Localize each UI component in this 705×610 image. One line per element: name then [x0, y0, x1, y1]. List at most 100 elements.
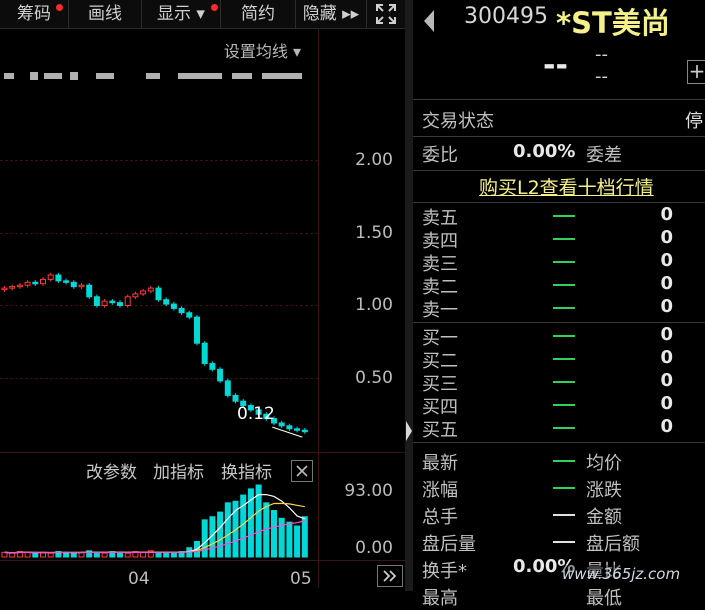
price-axis-label: 1.00 — [355, 295, 393, 315]
candle-body — [301, 429, 308, 433]
latest-value — [553, 460, 575, 462]
candle-body — [9, 286, 16, 289]
candle-body — [86, 284, 93, 298]
sell-level-price — [553, 307, 575, 309]
draw-line-button[interactable]: 画线 — [69, 0, 142, 28]
simple-mode-button[interactable]: 简约 — [221, 0, 296, 28]
plus-icon: + — [688, 59, 705, 83]
candle-body — [109, 300, 116, 304]
candlestick-plot[interactable] — [0, 28, 318, 448]
section-divider — [413, 136, 705, 137]
volume-bar — [217, 511, 224, 558]
volume-axis-label: 0.00 — [355, 538, 393, 558]
candle-body — [278, 422, 285, 427]
price-axis-label: 0.50 — [355, 368, 393, 388]
volume-bar — [271, 510, 277, 558]
double-chevron-right-icon — [383, 570, 397, 582]
next-page-button[interactable] — [377, 565, 403, 587]
volume-bar — [47, 552, 54, 558]
x-axis-label: 05 — [290, 569, 312, 589]
sell-level-price — [553, 261, 575, 263]
kline-chart-panel: 设置均线 ▾ 2.00 1.50 1.00 0.50 0.12 改参数 加指标 … — [0, 28, 405, 591]
edit-params-button[interactable]: 改参数 — [86, 458, 137, 483]
candle-body — [124, 296, 131, 306]
candle-body — [55, 274, 62, 282]
axis-separator — [318, 28, 319, 588]
add-watchlist-button[interactable]: + — [687, 60, 705, 84]
candle-body — [194, 316, 200, 344]
volume-bar — [286, 521, 293, 558]
buy-l2-link[interactable]: 购买L2查看十档行情 — [479, 173, 654, 200]
candle-body — [117, 302, 123, 307]
display-menu-button[interactable]: 显示 ▾ — [142, 0, 221, 28]
draw-line-label: 画线 — [88, 4, 122, 24]
hide-button[interactable]: 隐藏 ▸▸ — [296, 0, 367, 28]
after-hours-amount-label: 盘后额 — [586, 534, 640, 555]
previous-stock-icon[interactable] — [422, 8, 436, 34]
chips-notification-dot — [56, 4, 63, 11]
turnover-label: 换手* — [422, 561, 467, 582]
close-indicator-button[interactable] — [291, 460, 313, 482]
candle-body — [24, 281, 31, 286]
sell-level-volume: 0 — [660, 227, 673, 248]
section-divider — [413, 202, 705, 203]
volume-bar — [278, 517, 285, 558]
low-label: 最低 — [586, 588, 622, 609]
volume-label: 总手 — [422, 507, 458, 528]
latest-label: 最新 — [422, 453, 458, 474]
switch-indicator-label: 换指标 — [221, 463, 272, 483]
candle-body — [101, 300, 108, 306]
buy-level-price — [553, 404, 575, 406]
section-divider — [413, 442, 705, 443]
chips-label: 筹码 — [17, 4, 51, 24]
sell-level-volume: 0 — [660, 204, 673, 225]
volume-bar — [155, 552, 162, 558]
bid-diff-label: 委差 — [586, 145, 622, 166]
after-hours-volume-value — [553, 541, 575, 543]
candle-body — [70, 281, 77, 288]
chart-toolbar: 筹码 画线 显示 ▾ 简约 隐藏 ▸▸ — [0, 0, 405, 29]
buy-level-volume: 0 — [660, 324, 673, 345]
change-label: 涨跌 — [586, 480, 622, 501]
candle-body — [47, 274, 54, 280]
volume-axis-label: 93.00 — [344, 481, 393, 501]
add-indicator-button[interactable]: 加指标 — [153, 458, 204, 483]
stock-code: 300495 — [464, 4, 548, 29]
candle-body — [217, 368, 224, 382]
candle-body — [93, 296, 100, 306]
volume-bar — [70, 552, 77, 558]
candle-body — [170, 303, 177, 309]
panel-divider[interactable] — [405, 0, 413, 591]
quote-panel: 300495 *ST美尚 -- -- -- + 交易状态 停 委比 0.00% … — [413, 0, 705, 609]
volume-plot[interactable] — [0, 483, 318, 559]
edit-params-label: 改参数 — [86, 463, 137, 483]
after-hours-volume-label: 盘后量 — [422, 534, 476, 555]
buy-level-volume: 0 — [660, 370, 673, 391]
candle-body — [132, 293, 139, 298]
collapse-arrow-icon — [406, 421, 412, 441]
candle-body — [40, 278, 46, 285]
buy-level-price — [553, 381, 575, 383]
volume-bar — [93, 551, 100, 558]
close-icon — [296, 465, 308, 477]
simple-mode-label: 简约 — [241, 4, 275, 24]
price-axis-label: 1.50 — [355, 223, 393, 243]
chips-button[interactable]: 筹码 — [0, 0, 69, 28]
x-axis-line — [0, 560, 405, 561]
bid-ratio-value: 0.00% — [513, 141, 576, 162]
high-label: 最高 — [422, 588, 458, 609]
candle-body — [186, 312, 193, 318]
candle-body — [232, 394, 239, 402]
section-divider — [413, 170, 705, 171]
candle-body — [1, 287, 8, 291]
switch-indicator-button[interactable]: 换指标 — [221, 458, 272, 483]
low-price-annotation: 0.12 — [237, 404, 275, 424]
watermark: www.365jz.com — [562, 565, 681, 583]
x-axis-label: 04 — [128, 569, 150, 589]
candle-body — [178, 307, 185, 314]
hide-label: 隐藏 ▸▸ — [302, 4, 360, 24]
expand-button[interactable] — [367, 0, 405, 28]
sell-level-price — [553, 215, 575, 217]
volume-bar — [163, 551, 170, 558]
display-notification-dot — [211, 4, 218, 11]
